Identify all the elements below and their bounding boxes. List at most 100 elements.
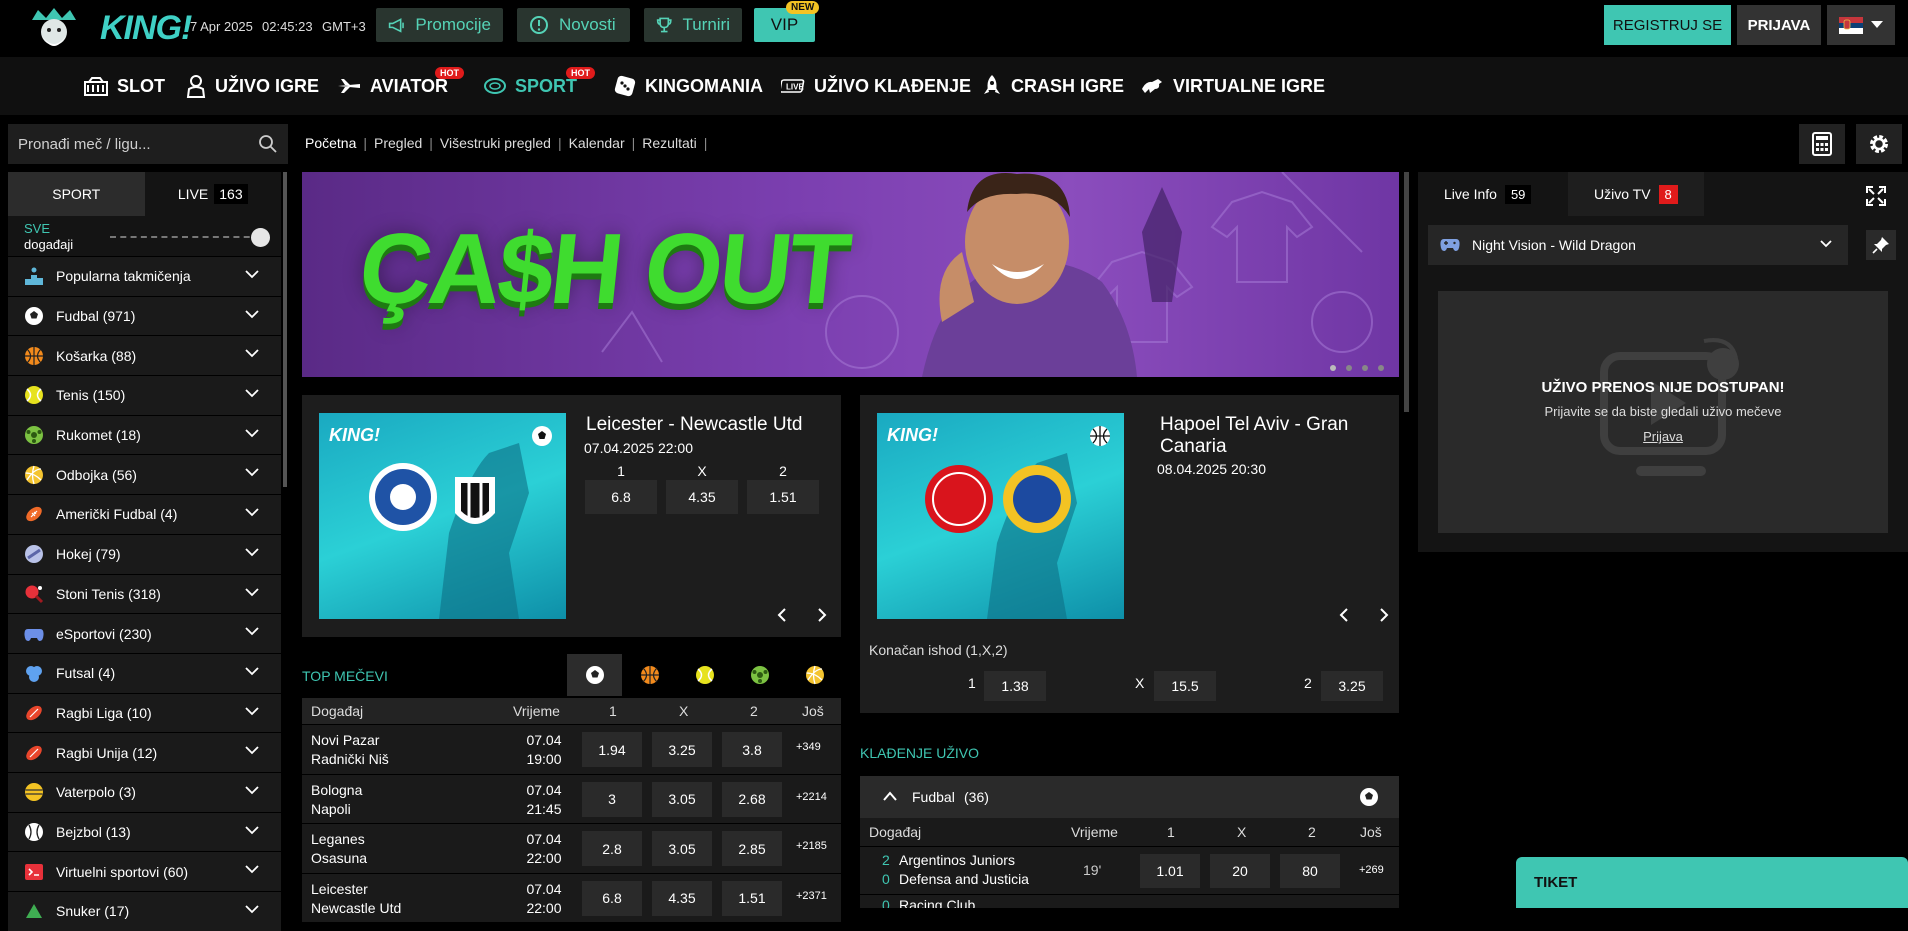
crumb-rezultati[interactable]: Rezultati (642, 135, 696, 151)
odd-1-button[interactable]: 3 (582, 781, 642, 817)
main-scrollbar[interactable] (1404, 172, 1409, 412)
odd-x-button[interactable]: 4.35 (666, 480, 738, 514)
nav-uzivo-kladjenje[interactable]: LIVE UŽIVO KLAĐENJE (781, 57, 971, 115)
tab-sport[interactable]: SPORT (8, 172, 145, 216)
turniri-button[interactable]: Turniri (644, 8, 742, 42)
sidebar-item-virtual-sports[interactable]: Virtuelni sportovi (60) (8, 851, 281, 891)
tab-basketball[interactable] (622, 654, 677, 696)
odd-x-button[interactable]: 4.35 (652, 880, 712, 916)
search-icon[interactable] (258, 134, 278, 154)
odd-2-button[interactable]: 3.8 (722, 732, 782, 767)
featured-match-card[interactable]: KING! Hapoel Tel Aviv - Gran Canaria 08.… (860, 395, 1399, 637)
nav-crash-igre[interactable]: CRASH IGRE (982, 57, 1124, 115)
login-button[interactable]: PRIJAVA (1737, 5, 1821, 45)
sidebar-item-podium[interactable]: Popularna takmičenja (8, 256, 281, 296)
time-filter-slider[interactable] (251, 228, 270, 247)
more-markets[interactable]: +2371 (796, 890, 827, 902)
featured-match-card[interactable]: KING! Leicester - Newcastle Utd 07.04.20… (302, 395, 841, 637)
sidebar-item-waterpolo[interactable]: Vaterpolo (3) (8, 771, 281, 812)
live-match-row[interactable]: 2 Argentinos Juniors 0 Defensa and Justi… (860, 846, 1399, 894)
sidebar-item-baseball[interactable]: Bejzbol (13) (8, 811, 281, 852)
tab-soccer[interactable] (567, 654, 622, 696)
ticket-button[interactable]: TIKET (1516, 857, 1908, 908)
chevron-left-icon[interactable] (1338, 607, 1350, 623)
language-selector[interactable] (1827, 5, 1895, 45)
live-group-soccer[interactable]: Fudbal (36) (860, 776, 1399, 818)
odd-2-button[interactable]: 80 (1280, 854, 1340, 888)
pin-button[interactable] (1866, 230, 1896, 260)
sidebar-item-hockey[interactable]: Hokej (79) (8, 533, 281, 574)
nav-slot[interactable]: SLOT (84, 57, 165, 115)
tab-live[interactable]: LIVE 163 (145, 172, 282, 216)
table-row[interactable]: Bologna Napoli 07.04 21:45 3 3.05 2.68 +2214 (302, 773, 841, 823)
odd-2-button[interactable]: 1.51 (722, 880, 782, 916)
fullscreen-icon[interactable] (1866, 186, 1886, 206)
search-input[interactable]: Pronađi meč / ligu... (8, 124, 288, 164)
chevron-right-icon[interactable] (816, 607, 828, 623)
crumb-visestruki-pregled[interactable]: Višestruki pregled (440, 135, 551, 151)
settings-button[interactable] (1856, 124, 1902, 164)
channel-select[interactable]: Night Vision - Wild Dragon (1428, 225, 1848, 265)
sidebar-item-gamepad[interactable]: eSportovi (230) (8, 613, 281, 653)
nav-uzivo-igre[interactable]: UŽIVO IGRE (186, 57, 319, 115)
odd-x-button[interactable]: 3.25 (652, 732, 712, 767)
odd-x-button[interactable]: 3.05 (652, 831, 712, 866)
nav-kingomania[interactable]: KINGOMANIA (614, 57, 763, 115)
register-button[interactable]: REGISTRUJ SE (1604, 5, 1731, 45)
odd-x-button[interactable]: 20 (1210, 854, 1270, 888)
king-logo[interactable]: KING! (26, 6, 192, 50)
more-markets[interactable]: +269 (1359, 864, 1384, 876)
banner-pagination[interactable] (1330, 365, 1384, 371)
table-row[interactable]: Leicester Newcastle Utd 07.04 22:00 6.8 4.35 1… (302, 872, 841, 922)
outcome-x-button[interactable]: 15.5 (1154, 671, 1216, 701)
tab-live-tv[interactable]: Uživo TV 8 (1568, 172, 1704, 216)
table-row[interactable]: Leganes Osasuna 07.04 22:00 2.8 3.05 2.85 +2185 (302, 823, 841, 873)
sidebar-item-rugby[interactable]: Ragbi Liga (10) (8, 692, 281, 733)
sidebar-item-rugby[interactable]: Ragbi Unija (12) (8, 732, 281, 772)
sidebar-item-american-football[interactable]: Američki Fudbal (4) (8, 494, 281, 534)
calculator-button[interactable] (1799, 124, 1845, 164)
promocije-button[interactable]: Promocije (376, 8, 503, 42)
tab-live-info[interactable]: Live Info 59 (1418, 172, 1557, 216)
sidebar-item-volleyball[interactable]: Odbojka (56) (8, 454, 281, 495)
nav-aviator[interactable]: AVIATOR (337, 57, 448, 115)
more-markets[interactable]: +349 (796, 741, 821, 753)
nav-sport[interactable]: SPORT (484, 57, 577, 115)
novosti-button[interactable]: Novosti (517, 8, 630, 42)
crumb-kalendar[interactable]: Kalendar (569, 135, 625, 151)
more-markets[interactable]: +2185 (796, 840, 827, 852)
odd-1-button[interactable]: 2.8 (582, 831, 642, 866)
video-player[interactable]: UŽIVO PRENOS NIJE DOSTUPAN! Prijavite se… (1438, 291, 1888, 533)
time-filter-track[interactable] (110, 236, 260, 238)
video-login-link[interactable]: Prijava (1438, 429, 1888, 444)
tab-handball[interactable] (732, 654, 787, 696)
tab-volleyball[interactable] (787, 654, 842, 696)
odd-1-button[interactable]: 6.8 (585, 480, 657, 514)
sidebar-item-futsal[interactable]: Futsal (4) (8, 652, 281, 693)
odd-1-button[interactable]: 1.94 (582, 732, 642, 767)
crumb-pregled[interactable]: Pregled (374, 135, 422, 151)
sidebar-item-soccer-ball[interactable]: Fudbal (971) (8, 295, 281, 336)
odd-1-button[interactable]: 6.8 (582, 880, 642, 916)
chevron-left-icon[interactable] (776, 607, 788, 623)
odd-x-button[interactable]: 3.05 (652, 781, 712, 817)
sidebar-scrollbar[interactable] (283, 172, 287, 487)
outcome-1-button[interactable]: 1.38 (984, 671, 1046, 701)
nav-virtualne-igre[interactable]: VIRTUALNE IGRE (1140, 57, 1325, 115)
odd-2-button[interactable]: 1.51 (747, 480, 819, 514)
odd-2-button[interactable]: 2.68 (722, 781, 782, 817)
promo-banner[interactable]: ÇA$H OUT (302, 172, 1399, 377)
outcome-2-button[interactable]: 3.25 (1321, 671, 1383, 701)
more-markets[interactable]: +2214 (796, 791, 827, 803)
sidebar-item-snooker[interactable]: Snuker (17) (8, 891, 281, 931)
tab-tennis[interactable] (677, 654, 732, 696)
sidebar-item-table-tennis[interactable]: Stoni Tenis (318) (8, 573, 281, 614)
chevron-right-icon[interactable] (1378, 607, 1390, 623)
table-row[interactable]: Novi Pazar Radnički Niš 07.04 19:00 1.94 3.25… (302, 724, 841, 774)
crumb-pocetna[interactable]: Početna (305, 135, 356, 151)
sidebar-item-basketball[interactable]: Košarka (88) (8, 335, 281, 376)
sidebar-item-handball[interactable]: Rukomet (18) (8, 414, 281, 455)
live-match-row[interactable]: 0 Racing Club (860, 895, 1399, 908)
odd-1-button[interactable]: 1.01 (1140, 854, 1200, 888)
sidebar-item-tennis-ball[interactable]: Tenis (150) (8, 375, 281, 415)
